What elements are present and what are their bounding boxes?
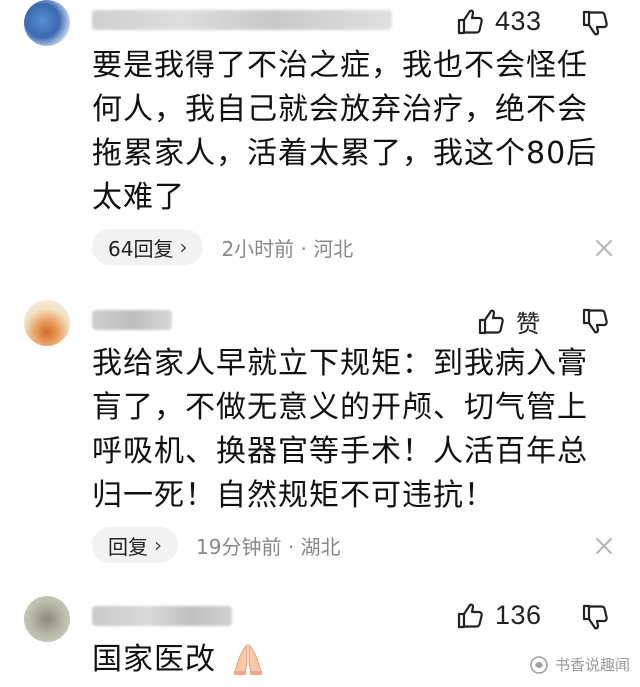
username-blurred[interactable] <box>92 10 392 30</box>
comment-text: 要是我得了不治之症，我也不会怪任何人，我自己就会放弃治疗，绝不会拖累家人，活着太… <box>92 48 598 215</box>
time-location: 2小时前 · 河北 <box>221 236 354 261</box>
thumbs-up-icon <box>457 603 483 628</box>
comment-meta: 回复 › 19分钟前 · 湖北 <box>92 527 341 563</box>
reply-button[interactable]: 回复 › <box>92 527 178 563</box>
comment-meta: 64回复 › 2小时前 · 河北 <box>92 229 353 265</box>
avatar[interactable] <box>24 596 70 642</box>
like-button[interactable]: 赞 <box>476 304 540 339</box>
thumbs-down-icon[interactable] <box>580 602 610 632</box>
thumbs-down-icon[interactable] <box>580 306 610 336</box>
thumbs-up-icon <box>478 309 504 334</box>
username-blurred[interactable] <box>92 310 172 330</box>
time-location: 19分钟前 · 湖北 <box>196 534 341 559</box>
close-icon[interactable] <box>594 238 614 258</box>
folded-hands-icon <box>233 643 262 675</box>
reply-label: 回复 <box>108 534 148 559</box>
comment-2: 赞 我给家人早就立下规矩：到我病入膏肓了，不做无意义的开颅、切气管上呼吸机、换器… <box>0 290 640 585</box>
thumbs-down-icon[interactable] <box>580 8 610 38</box>
like-count: 136 <box>495 600 542 630</box>
close-icon[interactable] <box>594 536 614 556</box>
like-label: 赞 <box>516 310 540 338</box>
comment-text-content: 国家医改 <box>92 642 216 677</box>
watermark-logo-icon <box>530 655 548 674</box>
reply-button[interactable]: 64回复 › <box>92 229 204 265</box>
like-button[interactable]: 433 <box>455 6 542 37</box>
thumbs-up-icon <box>457 9 483 34</box>
watermark: 书香说趣闻 <box>529 654 630 675</box>
chevron-right-icon: › <box>179 235 188 259</box>
reply-label: 64回复 <box>108 236 174 261</box>
avatar[interactable] <box>24 0 70 46</box>
comment-1: 433 要是我得了不治之症，我也不会怪任何人，我自己就会放弃治疗，绝不会拖累家人… <box>0 0 640 285</box>
avatar[interactable] <box>24 300 70 346</box>
like-count: 433 <box>495 6 542 36</box>
comment-text: 我给家人早就立下规矩：到我病入膏肓了，不做无意义的开颅、切气管上呼吸机、换器官等… <box>92 346 588 513</box>
username-blurred[interactable] <box>92 606 232 626</box>
chevron-right-icon: › <box>154 533 162 557</box>
watermark-text: 书香说趣闻 <box>554 656 630 674</box>
like-button[interactable]: 136 <box>455 600 542 631</box>
